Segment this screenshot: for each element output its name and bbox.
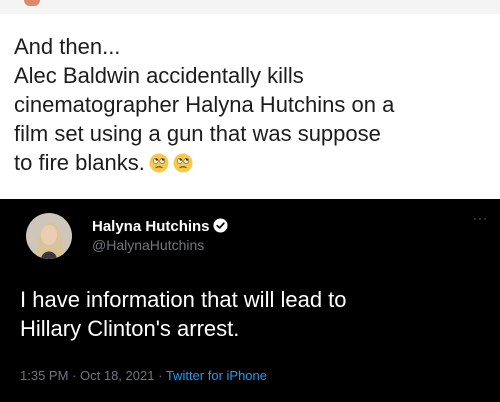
tweet-metadata: 1:35 PM · Oct 18, 2021 · Twitter for iPh… (20, 368, 267, 383)
post-line: And then... (14, 34, 121, 59)
tweet-source[interactable]: Twitter for iPhone (166, 368, 267, 383)
tweet-line: Hillary Clinton's arrest. (20, 316, 240, 341)
tweet-time[interactable]: 1:35 PM (20, 368, 68, 383)
reaction-icon (24, 0, 40, 6)
avatar[interactable] (26, 213, 72, 259)
post-line: Alec Baldwin accidentally kills (14, 63, 304, 88)
post-line: to fire blanks. (14, 150, 145, 175)
meta-separator: · (72, 368, 77, 383)
display-name-text: Halyna Hutchins (92, 218, 210, 235)
more-options-icon[interactable]: ··· (473, 211, 488, 225)
rolling-eyes-emoji-icon (173, 153, 193, 173)
tweet-text: I have information that will lead to Hil… (20, 285, 490, 343)
post-line-last: to fire blanks. (14, 148, 494, 177)
rolling-eyes-emoji-icon (149, 153, 169, 173)
post-caption: And then... Alec Baldwin accidentally ki… (14, 32, 494, 177)
verified-badge-icon (213, 218, 228, 233)
tweet-screenshot: Halyna Hutchins @HalynaHutchins ··· I ha… (0, 199, 500, 402)
user-handle[interactable]: @HalynaHutchins (92, 237, 204, 253)
display-name[interactable]: Halyna Hutchins (92, 218, 228, 235)
post-line: film set using a gun that was suppose (14, 121, 381, 146)
tweet-line: I have information that will lead to (20, 287, 347, 312)
tweet-date[interactable]: Oct 18, 2021 (80, 368, 154, 383)
meta-separator: · (158, 368, 163, 383)
profile-photo-icon (26, 213, 72, 259)
post-line: cinematographer Halyna Hutchins on a (14, 92, 395, 117)
previous-post-edge (0, 0, 500, 14)
